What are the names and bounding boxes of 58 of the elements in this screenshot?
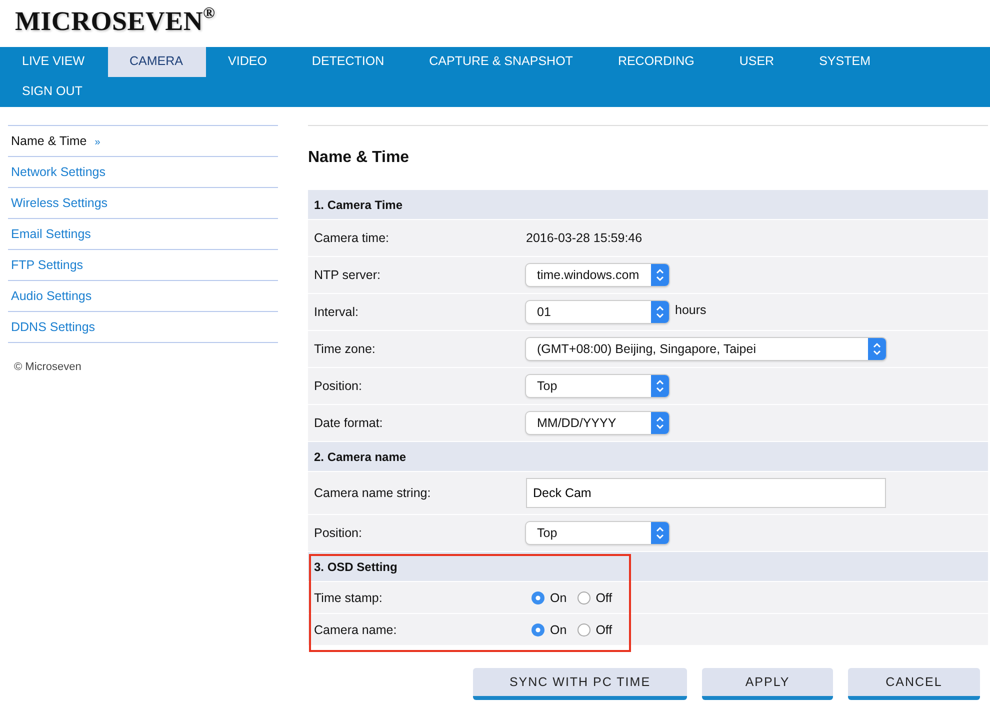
dropdown[interactable]: time.windows.com — [526, 264, 669, 286]
nav-tab[interactable]: CAPTURE & SNAPSHOT — [407, 47, 596, 77]
stepper-icon — [651, 522, 669, 544]
field-label: Position: — [314, 379, 363, 393]
sidebar-item[interactable]: Network Settings — [8, 156, 278, 187]
radio-label[interactable]: Off — [596, 590, 612, 604]
logo: MICROSEVEN$^{®}$ — [15, 6, 216, 37]
dropdown[interactable]: Top — [526, 522, 669, 544]
field-label: NTP server: — [314, 268, 382, 282]
nav-tab[interactable]: SIGN OUT — [0, 77, 106, 107]
field-value: 2016-03-28 15:59:46 — [526, 231, 642, 245]
dropdown[interactable]: Top — [526, 375, 669, 397]
stepper-icon — [651, 301, 669, 323]
nav-tab[interactable]: DETECTION — [290, 47, 408, 77]
section-title: 1. Camera Time — [314, 198, 402, 212]
nav-tab[interactable]: LIVE VIEW — [0, 47, 108, 77]
radio-button[interactable] — [576, 622, 591, 636]
dropdown[interactable]: MM/DD/YYYY — [526, 412, 669, 434]
sidebar-item[interactable]: Wireless Settings — [8, 187, 278, 218]
nav-tab[interactable]: SYSTEM — [797, 47, 894, 77]
radio-button[interactable] — [531, 590, 545, 604]
field-label: Time stamp: — [314, 590, 384, 604]
radio-label[interactable]: Off — [596, 622, 612, 636]
action-button[interactable]: APPLY — [702, 668, 833, 700]
stepper-icon — [651, 375, 669, 397]
dropdown[interactable]: (GMT+08:00) Beijing, Singapore, Taipei — [526, 338, 886, 360]
sidebar-item[interactable]: Audio Settings — [8, 280, 278, 311]
stepper-icon — [651, 412, 669, 434]
unit-label: hours — [675, 303, 706, 317]
field-label: Camera time: — [314, 231, 390, 245]
sidebar-item[interactable]: Name & Time » — [8, 125, 278, 156]
sidebar-item[interactable]: FTP Settings — [8, 249, 278, 280]
dropdown[interactable]: 01 — [526, 301, 669, 323]
field-label: Time zone: — [314, 342, 376, 356]
sidebar-item[interactable]: DDNS Settings — [8, 311, 278, 342]
radio-button[interactable] — [576, 590, 591, 604]
stepper-icon — [651, 264, 669, 286]
action-button[interactable]: SYNC WITH PC TIME — [473, 668, 687, 700]
radio-button[interactable] — [531, 622, 545, 636]
field-label: Camera name string: — [314, 486, 432, 500]
nav-tab[interactable]: VIDEO — [206, 47, 290, 77]
copyright-text: © Microseven — [14, 361, 82, 373]
sidebar-item[interactable]: Email Settings — [8, 218, 278, 249]
nav-tab[interactable]: USER — [717, 47, 798, 77]
radio-label[interactable]: On — [550, 590, 567, 604]
stepper-icon — [868, 338, 886, 360]
section-title: 2. Camera name — [314, 450, 406, 464]
section-title: 3. OSD Setting — [314, 560, 398, 574]
nav-tab[interactable]: RECORDING — [596, 47, 718, 77]
field-label: Camera name: — [314, 622, 398, 636]
page-title: Name & Time — [308, 149, 410, 167]
input-field[interactable]: Deck Cam — [526, 478, 886, 508]
field-label: Date format: — [314, 416, 384, 430]
field-label: Position: — [314, 526, 363, 540]
radio-label[interactable]: On — [550, 622, 567, 636]
nav-tab[interactable]: CAMERA — [108, 47, 206, 77]
field-label: Interval: — [314, 305, 360, 319]
action-button[interactable]: CANCEL — [848, 668, 980, 700]
